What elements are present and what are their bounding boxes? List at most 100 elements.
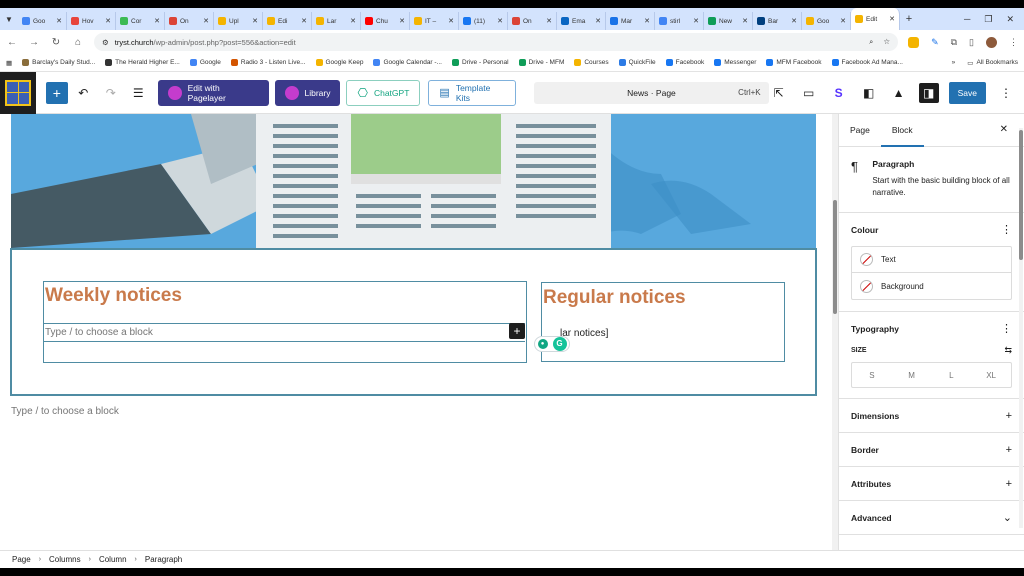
close-tab-icon[interactable]: ✕ [693, 17, 699, 25]
bookmark-item[interactable]: Google Keep [315, 59, 363, 66]
redo-icon[interactable]: ↷ [99, 86, 122, 100]
bookmark-item[interactable]: Courses [574, 59, 609, 66]
bookmark-item[interactable]: Barclay's Daily Stud... [22, 59, 95, 66]
close-tab-icon[interactable]: ✕ [791, 17, 797, 25]
browser-tab[interactable]: Edit ✕ [851, 8, 900, 30]
extensions-puzzle-icon[interactable]: ⧉ [951, 37, 957, 48]
tab-page[interactable]: Page [839, 114, 881, 147]
append-block-placeholder[interactable]: Type / to choose a block [11, 406, 119, 417]
browser-menu-icon[interactable]: ⋮ [1009, 37, 1018, 48]
columns-group-block[interactable]: Weekly notices Type / to choose a block … [10, 248, 817, 396]
document-overview-icon[interactable]: ☰ [126, 86, 149, 100]
breadcrumb-item-page[interactable]: Page [12, 555, 31, 564]
weekly-notices-heading[interactable]: Weekly notices [45, 285, 182, 307]
close-tab-icon[interactable]: ✕ [644, 17, 650, 25]
size-option-m[interactable]: M [892, 363, 932, 387]
browser-tab[interactable]: Bar ✕ [753, 12, 802, 30]
size-option-l[interactable]: L [932, 363, 972, 387]
breadcrumb-item-column[interactable]: Column [99, 555, 127, 564]
bookmark-item[interactable]: Facebook Ad Mana... [831, 59, 903, 66]
close-tab-icon[interactable]: ✕ [252, 17, 258, 25]
plus-icon[interactable]: + [1006, 444, 1012, 456]
zoom-icon[interactable]: ⌕ [869, 37, 873, 47]
regular-notices-heading[interactable]: Regular notices [543, 287, 686, 309]
template-kits-button[interactable]: ▤ Template Kits [428, 79, 517, 106]
browser-tab[interactable]: On ✕ [165, 12, 214, 30]
bookmark-item[interactable]: Facebook [665, 59, 704, 66]
close-tab-icon[interactable]: ✕ [742, 17, 748, 25]
bookmark-item[interactable]: The Herald Higher E... [105, 59, 180, 66]
colour-options-icon[interactable]: ⋮ [1001, 223, 1012, 236]
browser-tab[interactable]: New ✕ [704, 12, 753, 30]
text-colour-option[interactable]: Text [852, 247, 1011, 273]
close-tab-icon[interactable]: ✕ [840, 17, 846, 25]
close-sidebar-icon[interactable]: ✕ [1000, 124, 1008, 135]
sidebar-scrollbar[interactable] [1019, 128, 1023, 528]
close-tab-icon[interactable]: ✕ [56, 17, 62, 25]
more-bookmarks-icon[interactable]: » [952, 59, 956, 66]
hero-newspaper-image[interactable] [11, 114, 816, 248]
settings-sidebar-icon[interactable]: ◨ [918, 82, 939, 103]
custom-size-icon[interactable]: ⇆ [1004, 345, 1012, 356]
new-tab-button[interactable]: + [900, 13, 918, 25]
preview-device-icon[interactable]: ▭ [799, 86, 819, 100]
browser-tab[interactable]: IT – ✕ [410, 12, 459, 30]
astra-icon[interactable]: ▲ [889, 86, 909, 100]
close-tab-icon[interactable]: ✕ [448, 17, 454, 25]
block-patterns-icon[interactable]: ◧ [859, 86, 879, 100]
attributes-panel[interactable]: Attributes + [839, 467, 1024, 501]
browser-tab[interactable]: stirl ✕ [655, 12, 704, 30]
close-tab-icon[interactable]: ✕ [105, 17, 111, 25]
url-field[interactable]: ⚙ tryst.church/wp-admin/post.php?post=55… [94, 33, 899, 51]
spectra-icon[interactable]: S [829, 86, 849, 100]
browser-tab[interactable]: Cor ✕ [116, 12, 165, 30]
border-panel[interactable]: Border + [839, 433, 1024, 467]
tab-search-icon[interactable]: ▼ [0, 8, 18, 30]
chevron-down-icon[interactable]: ⌄ [1003, 511, 1012, 524]
maximize-icon[interactable]: ❐ [984, 14, 992, 25]
right-column-block[interactable]: Regular notices lar notices] [541, 282, 785, 362]
breadcrumb-item-columns[interactable]: Columns [49, 555, 81, 564]
bookmark-item[interactable]: Radio 3 - Listen Live... [230, 59, 306, 66]
close-tab-icon[interactable]: ✕ [301, 17, 307, 25]
options-menu-icon[interactable]: ⋮ [996, 86, 1016, 100]
close-tab-icon[interactable]: ✕ [497, 17, 503, 25]
close-window-icon[interactable]: ✕ [1006, 14, 1014, 25]
forward-icon[interactable]: → [28, 37, 40, 48]
size-option-xl[interactable]: XL [971, 363, 1011, 387]
back-icon[interactable]: ← [6, 37, 18, 48]
close-tab-icon[interactable]: ✕ [546, 17, 552, 25]
save-button[interactable]: Save [948, 81, 986, 104]
background-colour-option[interactable]: Background [852, 273, 1011, 299]
close-tab-icon[interactable]: ✕ [154, 17, 160, 25]
close-tab-icon[interactable]: ✕ [889, 15, 895, 23]
extension-icon[interactable] [908, 36, 920, 48]
browser-tab[interactable]: Mar ✕ [606, 12, 655, 30]
edit-with-pagelayer-button[interactable]: Edit with Pagelayer [157, 79, 269, 106]
block-inserter-button[interactable]: + [46, 81, 68, 104]
browser-tab[interactable]: Upl ✕ [214, 12, 263, 30]
pen-extension-icon[interactable]: ✎ [931, 37, 939, 48]
browser-tab[interactable]: Goo ✕ [802, 12, 851, 30]
all-bookmarks-link[interactable]: ▭ All Bookmarks [967, 59, 1018, 67]
bookmark-item[interactable]: Google Calendar -... [373, 59, 442, 66]
bookmark-item[interactable]: Messenger [714, 59, 756, 66]
browser-tab[interactable]: Edi ✕ [263, 12, 312, 30]
site-info-icon[interactable]: ⚙ [102, 38, 109, 47]
browser-tab[interactable]: Lar ✕ [312, 12, 361, 30]
apps-grid-icon[interactable]: ▦ [6, 59, 12, 67]
grammarly-logo-icon[interactable]: G [552, 337, 567, 351]
site-logo[interactable] [0, 71, 37, 114]
browser-tab[interactable]: Chu ✕ [361, 12, 410, 30]
minimize-icon[interactable]: ─ [964, 14, 970, 25]
reload-icon[interactable]: ↻ [50, 37, 62, 48]
home-icon[interactable]: ⌂ [72, 37, 84, 48]
browser-tab[interactable]: Hov ✕ [67, 12, 116, 30]
dimensions-panel[interactable]: Dimensions + [839, 399, 1024, 433]
paragraph-block-selected[interactable]: Type / to choose a block [44, 324, 525, 342]
browser-tab[interactable]: Goo ✕ [18, 12, 67, 30]
profile-avatar[interactable] [986, 36, 997, 48]
close-tab-icon[interactable]: ✕ [399, 17, 405, 25]
browser-tab[interactable]: Ema ✕ [557, 12, 606, 30]
left-column-block[interactable]: Weekly notices Type / to choose a block … [43, 281, 527, 363]
